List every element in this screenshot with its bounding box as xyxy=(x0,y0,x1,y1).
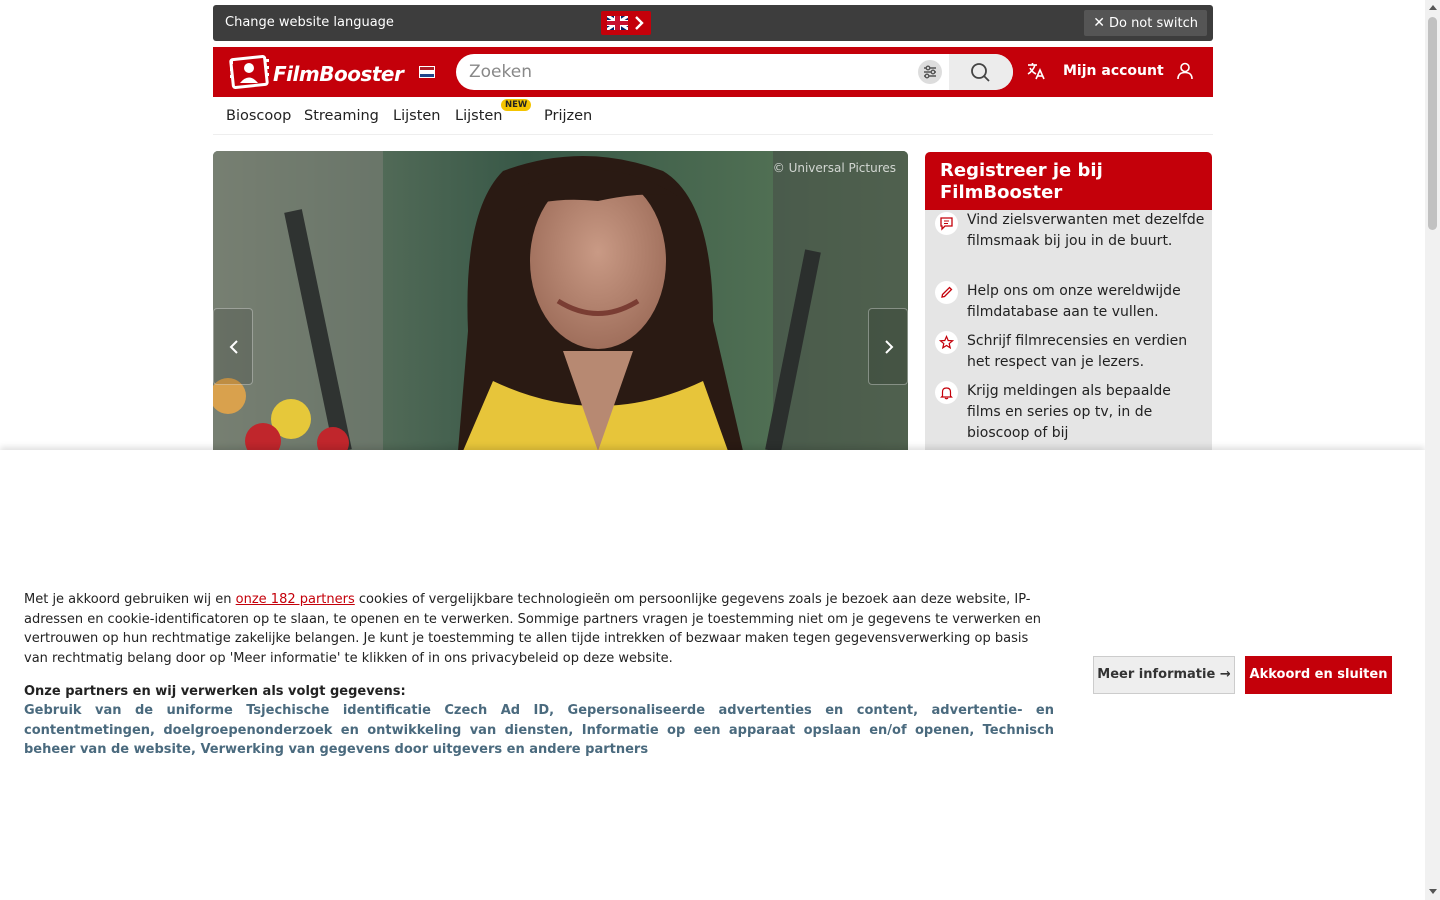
close-icon: ✕ xyxy=(1093,15,1105,31)
more-info-button[interactable]: Meer informatie → xyxy=(1093,656,1235,694)
scroll-down-arrow-icon[interactable] xyxy=(1429,889,1437,894)
page: Change website language ✕ Do not switch F… xyxy=(0,0,1425,900)
user-icon[interactable] xyxy=(1175,61,1195,81)
filmbooster-logo[interactable]: FilmBooster xyxy=(229,55,439,89)
scroll-up-arrow-icon[interactable] xyxy=(1429,5,1437,10)
register-benefit-text: Vind zielsverwanten met dezelfde filmsma… xyxy=(967,212,1205,249)
pencil-icon xyxy=(935,281,958,304)
image-credit: © Universal Pictures xyxy=(772,161,896,175)
nav-item-bioscoop[interactable]: Bioscoop xyxy=(226,108,291,124)
search-bar xyxy=(456,54,1013,90)
scrollbar-thumb[interactable] xyxy=(1428,17,1437,230)
new-badge: NEW xyxy=(501,99,532,111)
sliders-icon xyxy=(924,65,936,79)
consent-text: Met je akkoord gebruiken wij en onze 182… xyxy=(24,590,1044,668)
search-filter-button[interactable] xyxy=(918,60,942,84)
my-account-link[interactable]: Mijn account xyxy=(1063,63,1164,79)
netherlands-flag-icon[interactable] xyxy=(419,66,435,78)
page-scrollbar[interactable] xyxy=(1425,0,1440,900)
logo-icon xyxy=(229,55,269,89)
carousel-next-button[interactable] xyxy=(868,308,908,385)
nav-item-streaming[interactable]: Streaming xyxy=(304,108,379,124)
cookie-consent-banner: Met je akkoord gebruiken wij en onze 182… xyxy=(0,450,1425,900)
chevron-right-icon xyxy=(635,16,644,30)
do-not-switch-button[interactable]: ✕ Do not switch xyxy=(1084,10,1207,36)
purposes-list: Gebruik van de uniforme Tsjechische iden… xyxy=(24,703,1054,758)
hero-image xyxy=(213,151,908,451)
carousel-prev-button[interactable] xyxy=(213,308,253,385)
consent-text-intro: Met je akkoord gebruiken wij en xyxy=(24,592,236,607)
purposes-heading: Onze partners en wij verwerken als volgt… xyxy=(24,684,406,699)
register-benefit-text: Help ons om onze wereldwijde filmdatabas… xyxy=(967,283,1181,320)
main-nav: Bioscoop Streaming Lijsten Lijsten NEW P… xyxy=(213,97,1213,135)
search-icon xyxy=(971,63,990,82)
chevron-left-icon xyxy=(229,340,238,354)
search-input[interactable] xyxy=(456,54,911,90)
nav-item-lijsten-new[interactable]: Lijsten xyxy=(455,108,503,124)
star-icon xyxy=(935,331,958,354)
logo-text: FilmBooster xyxy=(273,62,404,86)
hero-carousel: © Universal Pictures xyxy=(213,151,908,451)
site-header: FilmBooster Zoeken Mijn account xyxy=(213,47,1213,97)
register-benefit-text: Krijg meldingen als bepaalde films en se… xyxy=(967,383,1171,441)
register-panel: Registreer je bij FilmBooster Vind ziels… xyxy=(925,152,1212,452)
translate-icon[interactable] xyxy=(1026,61,1046,81)
uk-flag-icon xyxy=(607,16,628,30)
chat-icon xyxy=(935,212,958,235)
chevron-right-icon xyxy=(885,340,894,354)
language-switch-bar: Change website language ✕ Do not switch xyxy=(213,5,1213,41)
partners-link[interactable]: onze 182 partners xyxy=(236,592,355,607)
switch-language-button[interactable] xyxy=(601,11,651,35)
language-bar-text: Change website language xyxy=(225,15,394,30)
register-benefit-text: Schrijf filmrecensies en verdien het res… xyxy=(967,333,1188,370)
search-button[interactable] xyxy=(949,54,1013,90)
register-title: Registreer je bij FilmBooster xyxy=(925,152,1212,210)
accept-and-close-button[interactable]: Akkoord en sluiten xyxy=(1245,656,1392,694)
do-not-switch-label: Do not switch xyxy=(1108,16,1198,31)
bell-icon xyxy=(935,381,958,404)
nav-item-lijsten[interactable]: Lijsten xyxy=(393,108,441,124)
nav-item-prijzen[interactable]: Prijzen xyxy=(544,108,592,124)
